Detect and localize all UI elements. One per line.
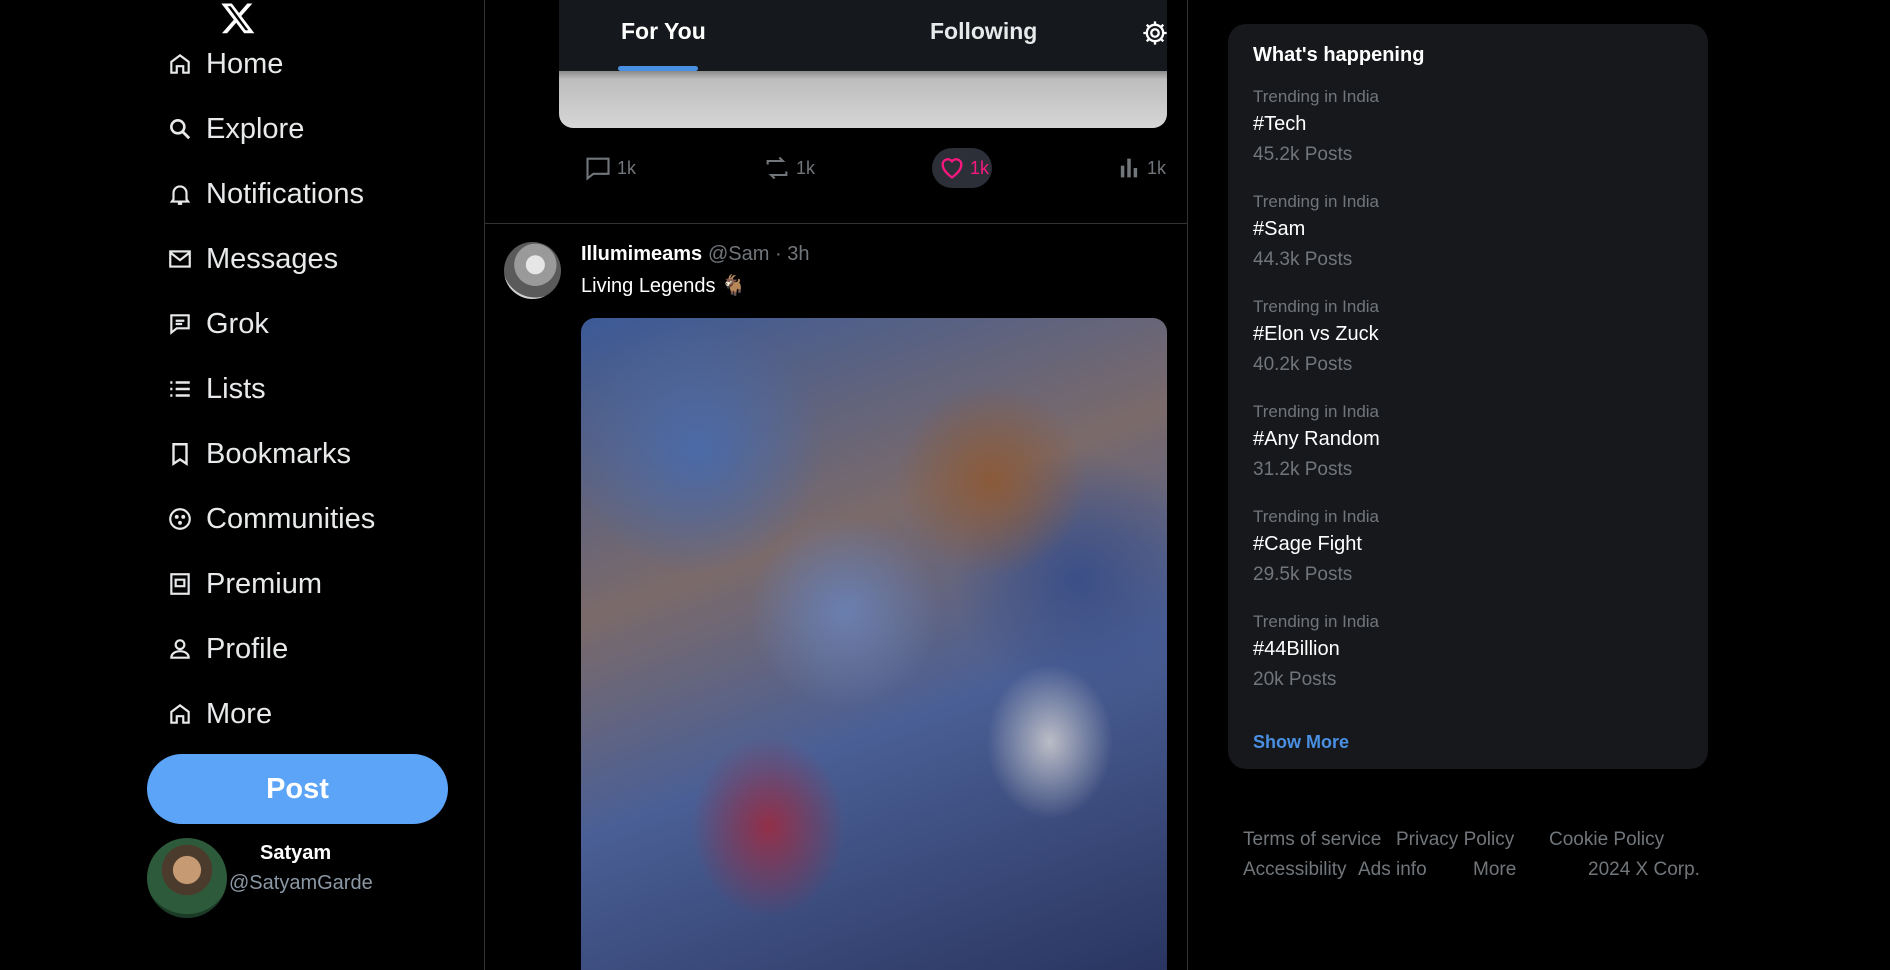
accessibility-link[interactable]: Accessibility	[1243, 859, 1346, 881]
cookie-link[interactable]: Cookie Policy	[1549, 829, 1664, 851]
user-name: Satyam	[260, 842, 332, 864]
reply-count: 1k	[617, 157, 637, 178]
nav-label: Home	[206, 47, 284, 80]
gear-icon[interactable]	[1141, 19, 1169, 52]
nav-label: Premium	[206, 567, 323, 600]
nav-premium[interactable]: Premium	[166, 562, 322, 606]
repost-icon	[766, 156, 788, 180]
trend-tag[interactable]: #Elon vs Zuck	[1253, 323, 1379, 346]
mail-icon	[166, 245, 194, 273]
trend-count: 31.2k Posts	[1253, 459, 1353, 480]
trend-tag[interactable]: #44Billion	[1253, 638, 1340, 661]
avatar[interactable]	[147, 838, 227, 918]
trend-context: Trending in India	[1253, 402, 1380, 421]
list-icon	[166, 375, 194, 403]
trend-tag[interactable]: #Cage Fight	[1253, 533, 1362, 556]
trend-count: 29.5k Posts	[1253, 564, 1353, 585]
nav-label: Notifications	[206, 177, 364, 210]
nav-lists[interactable]: Lists	[166, 367, 266, 411]
nav-home[interactable]: Home	[166, 42, 283, 86]
nav-label: Bookmarks	[206, 437, 352, 470]
nav-bookmarks[interactable]: Bookmarks	[166, 432, 351, 476]
trending-heading: What's happening	[1253, 44, 1425, 66]
repost-button[interactable]: 1k	[762, 154, 815, 182]
post-divider	[485, 223, 1187, 224]
trend-count: 40.2k Posts	[1253, 354, 1353, 375]
post-author-avatar[interactable]	[504, 242, 561, 299]
reply-icon	[586, 157, 610, 181]
trend-count: 44.3k Posts	[1253, 249, 1353, 270]
bookmark-icon	[166, 440, 194, 468]
trend-count: 45.2k Posts	[1253, 144, 1353, 165]
copyright: 2024 X Corp.	[1588, 859, 1700, 880]
user-handle: @SatyamGarde	[229, 872, 373, 894]
communities-icon	[166, 505, 194, 533]
nav-label: Grok	[206, 307, 269, 340]
reply-button[interactable]: 1k	[583, 154, 636, 182]
nav-explore[interactable]: Explore	[166, 107, 304, 151]
post-image[interactable]	[581, 318, 1167, 970]
nav-notifications[interactable]: Notifications	[166, 172, 364, 216]
show-more-link[interactable]: Show More	[1253, 732, 1349, 753]
person-icon	[166, 635, 194, 663]
grok-icon	[166, 310, 194, 338]
views-button[interactable]: 1k	[1115, 154, 1166, 182]
nav-messages[interactable]: Messages	[166, 237, 338, 281]
terms-link[interactable]: Terms of service	[1243, 829, 1381, 851]
tab-following[interactable]: Following	[930, 18, 1037, 45]
privacy-link[interactable]: Privacy Policy	[1396, 829, 1514, 851]
search-icon	[166, 115, 194, 143]
nav-grok[interactable]: Grok	[166, 302, 269, 346]
trend-context: Trending in India	[1253, 612, 1380, 631]
nav-profile[interactable]: Profile	[166, 627, 288, 671]
trend-context: Trending in India	[1253, 192, 1380, 211]
home-icon	[166, 50, 194, 78]
nav-label: Messages	[206, 242, 339, 275]
nav-label: More	[206, 697, 273, 730]
nav-label: Lists	[206, 372, 266, 405]
views-count: 1k	[1147, 157, 1167, 178]
nav-communities[interactable]: Communities	[166, 497, 375, 541]
post-author-name[interactable]: Illumimeams	[581, 243, 702, 266]
nav-label: Communities	[206, 502, 376, 535]
like-count: 1k	[970, 157, 990, 178]
like-button[interactable]: 1k	[938, 154, 989, 182]
trend-context: Trending in India	[1253, 507, 1380, 526]
nav-label: Profile	[206, 632, 289, 665]
trend-tag[interactable]: #Tech	[1253, 113, 1306, 136]
active-tab-indicator	[618, 66, 698, 71]
divider	[1187, 0, 1188, 970]
premium-icon	[166, 570, 194, 598]
trend-count: 20k Posts	[1253, 669, 1337, 690]
ads-info-link[interactable]: Ads info	[1358, 859, 1427, 881]
footer-more-link[interactable]: More	[1473, 859, 1516, 881]
nav-label: Explore	[206, 112, 305, 145]
post-text: Living Legends 🐐	[581, 275, 747, 297]
x-logo-icon[interactable]	[220, 0, 256, 36]
trend-context: Trending in India	[1253, 297, 1380, 316]
nav-more[interactable]: More	[166, 692, 272, 736]
tab-for-you[interactable]: For You	[621, 18, 706, 45]
repost-count: 1k	[796, 157, 816, 178]
post-button[interactable]: Post	[147, 754, 448, 824]
post-meta: @Sam · 3h	[708, 243, 810, 265]
home-icon	[166, 700, 194, 728]
heart-icon	[941, 158, 963, 179]
bell-icon	[166, 180, 194, 208]
trend-tag[interactable]: #Any Random	[1253, 428, 1380, 451]
bar-chart-icon	[1120, 158, 1138, 178]
divider	[484, 0, 485, 970]
trend-context: Trending in India	[1253, 87, 1380, 106]
trend-tag[interactable]: #Sam	[1253, 218, 1305, 241]
